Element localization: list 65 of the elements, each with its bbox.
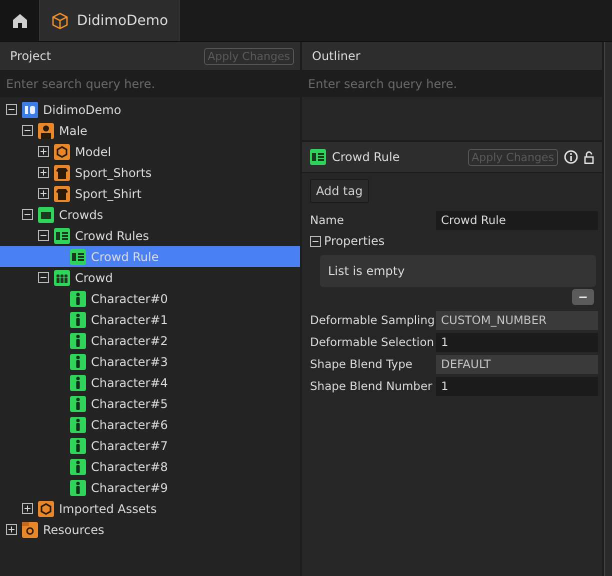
lock-icon[interactable] [584, 150, 594, 164]
field-label: Shape Blend Number [310, 379, 434, 393]
expand-icon[interactable] [6, 524, 17, 535]
collapse-icon[interactable] [22, 209, 33, 220]
shirt-icon [54, 186, 70, 202]
collapse-icon[interactable] [22, 125, 33, 136]
input-field[interactable]: 1 [436, 376, 598, 396]
list-icon [310, 149, 326, 165]
tree-item[interactable]: Model [0, 141, 300, 162]
tree-item[interactable]: Character#7 [0, 435, 300, 456]
hexagon-icon [38, 500, 54, 516]
section-title: Properties [324, 234, 385, 248]
tree-item[interactable]: Sport_Shorts [0, 162, 300, 183]
field-label: Name [310, 213, 345, 227]
tree-item[interactable]: Character#9 [0, 477, 300, 498]
input-field[interactable]: 1 [436, 332, 598, 352]
panel-title: Project [10, 49, 52, 63]
field-label: Deformable Sampling [310, 313, 436, 327]
tree-item[interactable]: Character#0 [0, 288, 300, 309]
home-tab[interactable] [0, 0, 40, 41]
tree-item[interactable]: Crowd [0, 267, 300, 288]
tree-item[interactable]: Character#8 [0, 456, 300, 477]
hexagon-icon [54, 144, 70, 160]
tree-item[interactable]: Character#4 [0, 372, 300, 393]
tree-item[interactable]: Character#2 [0, 330, 300, 351]
dropdown-field[interactable]: DEFAULT [436, 354, 598, 374]
tree-item[interactable]: Crowd Rules [0, 225, 300, 246]
folder-list-icon [54, 228, 70, 244]
collapse-icon[interactable] [38, 272, 49, 283]
name-field[interactable]: Crowd Rule [436, 210, 598, 230]
project-badge-icon [22, 102, 38, 118]
search-field[interactable]: Enter search query here. [0, 71, 300, 97]
collapse-icon[interactable] [6, 104, 17, 115]
add-tag-button[interactable]: Add tag [310, 179, 369, 203]
project-tab[interactable]: DidimoDemo [40, 0, 180, 41]
search-field[interactable]: Enter search query here. [302, 71, 602, 97]
cube-icon [50, 12, 69, 30]
tree-item[interactable]: Male [0, 120, 300, 141]
panel-title: Outliner [312, 49, 360, 63]
field-label: Deformable Selection [310, 335, 436, 349]
empty-list: List is empty [320, 255, 596, 287]
group-icon [54, 270, 70, 286]
tree-item[interactable]: Resources [0, 519, 300, 540]
collapse-icon[interactable] [38, 230, 49, 241]
inspector-title: Crowd Rule [332, 150, 401, 164]
list-icon [70, 248, 86, 264]
tree-item[interactable]: Sport_Shirt [0, 183, 300, 204]
tree-item[interactable]: Character#3 [0, 351, 300, 372]
dropdown-field[interactable]: CUSTOM_NUMBER [436, 310, 598, 330]
tree-item[interactable]: Character#6 [0, 414, 300, 435]
tree-item[interactable]: DidimoDemo [0, 99, 300, 120]
info-icon[interactable] [564, 150, 578, 164]
collapse-icon[interactable] [310, 236, 321, 246]
remove-button[interactable]: − [572, 289, 594, 305]
field-label: Shape Blend Type [310, 357, 414, 371]
expand-icon[interactable] [38, 146, 49, 157]
tree-item[interactable]: Character#5 [0, 393, 300, 414]
tree-item[interactable]: Imported Assets [0, 498, 300, 519]
home-icon [12, 12, 28, 28]
tree-item[interactable]: Character#1 [0, 309, 300, 330]
expand-icon[interactable] [22, 503, 33, 514]
expand-icon[interactable] [38, 188, 49, 199]
tree-item[interactable]: Crowds [0, 204, 300, 225]
expand-icon[interactable] [38, 167, 49, 178]
shirt-icon [54, 164, 70, 180]
